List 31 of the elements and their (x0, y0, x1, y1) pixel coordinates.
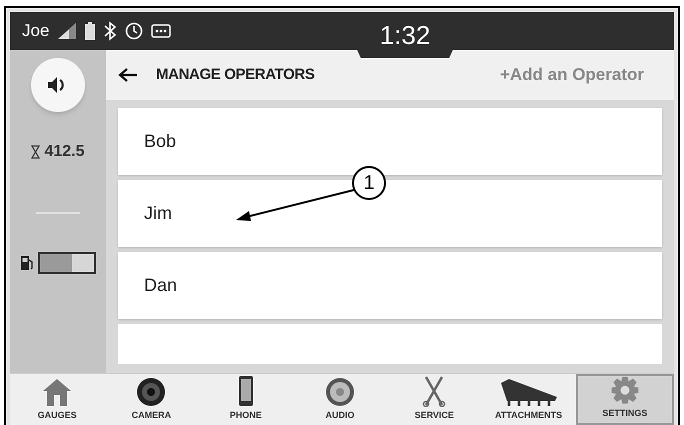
nav-tab[interactable]: AUDIO (292, 374, 388, 425)
fuel-pump-icon (20, 255, 34, 271)
operator-row[interactable]: Bob (118, 108, 662, 175)
nav-tab[interactable]: CAMERA (104, 374, 199, 425)
page-title: MANAGE OPERATORS (156, 64, 314, 85)
message-icon (151, 24, 172, 38)
nav-tab[interactable]: ATTACHMENTS (481, 374, 576, 425)
clock-icon (125, 22, 144, 40)
bucket-icon (498, 378, 559, 406)
nav-tab[interactable]: SERVICE (387, 374, 482, 425)
operator-row[interactable]: Dan (118, 252, 662, 319)
nav-tab[interactable]: GAUGES (10, 374, 104, 425)
house-icon (42, 376, 72, 406)
operator-name: Bob (144, 130, 176, 153)
hour-meter-reading: 412.5 (44, 142, 85, 162)
operator-name: Jim (144, 202, 172, 225)
nav-tab[interactable]: SETTINGS (576, 374, 674, 425)
bluetooth-icon (103, 21, 118, 41)
hourglass-icon (31, 145, 40, 159)
nav-tab[interactable]: PHONE (198, 374, 293, 425)
battery-icon (85, 22, 96, 40)
user-name: Joe (22, 20, 50, 42)
volume-button[interactable] (31, 58, 85, 112)
clock-time: 1:32 (380, 18, 430, 52)
signal-icon (57, 22, 78, 40)
camera-lens-icon (136, 376, 166, 406)
smartphone-icon (238, 374, 254, 406)
wrenches-icon (422, 374, 446, 406)
speaker-icon (324, 376, 355, 406)
gear-icon (608, 376, 641, 404)
operator-name: Dan (144, 274, 178, 297)
